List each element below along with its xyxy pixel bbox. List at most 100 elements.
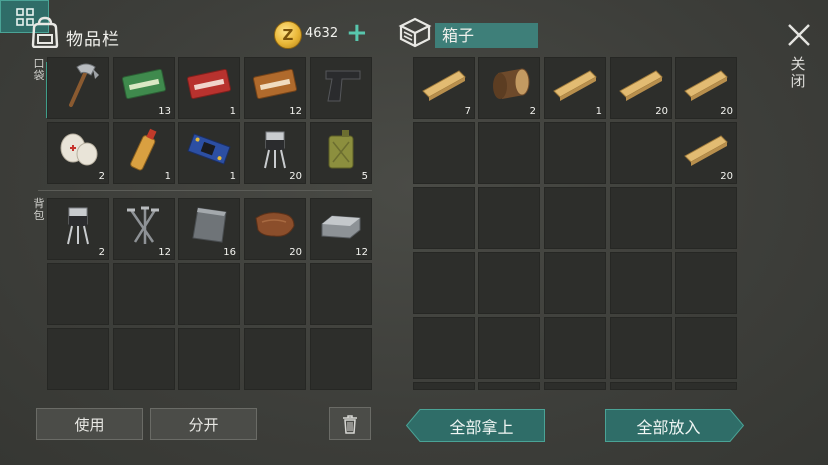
pocket-slot[interactable]: 13: [113, 57, 175, 119]
pocket-slot[interactable]: [47, 57, 109, 119]
backpack-slot[interactable]: [178, 328, 240, 390]
upgrade-coupon-icon: [253, 68, 297, 100]
box-slot[interactable]: [413, 187, 475, 249]
item-count: 12: [355, 247, 368, 258]
log-icon: [493, 68, 530, 99]
coin-icon: Z: [274, 21, 302, 49]
item-count: 12: [289, 106, 302, 117]
backpack-slot[interactable]: 16: [178, 198, 240, 260]
delete-button[interactable]: [329, 407, 371, 440]
box-slot[interactable]: [544, 187, 606, 249]
take-all-button[interactable]: 全部拿上: [406, 409, 545, 442]
box-slot[interactable]: [675, 252, 737, 314]
pocket-slot[interactable]: 20: [244, 122, 306, 184]
box-slot[interactable]: [675, 382, 737, 390]
close-icon[interactable]: [786, 22, 812, 48]
backpack-slot[interactable]: 12: [113, 198, 175, 260]
backpack-slot[interactable]: [47, 263, 109, 325]
wood-plank-icon: [684, 70, 728, 101]
wood-plank-icon: [684, 135, 728, 166]
box-slot[interactable]: [610, 122, 672, 184]
backpack-slot[interactable]: [310, 263, 372, 325]
inventory-title: 物品栏: [66, 30, 120, 50]
coin-count: 4632: [305, 26, 339, 41]
item-count: 1: [229, 106, 236, 117]
box-slot[interactable]: [610, 317, 672, 379]
box-slot[interactable]: [610, 252, 672, 314]
pocket-label: 口袋: [33, 57, 45, 82]
box-slot[interactable]: [610, 187, 672, 249]
box-slot[interactable]: [544, 382, 606, 390]
nails-icon: [127, 206, 159, 244]
trash-icon: [343, 414, 357, 434]
close-label[interactable]: 关闭: [790, 56, 806, 90]
section-divider: [38, 190, 372, 191]
box-slot[interactable]: [413, 252, 475, 314]
box-slot[interactable]: [478, 382, 540, 390]
backpack-slot[interactable]: [113, 263, 175, 325]
split-button[interactable]: 分开: [150, 408, 257, 440]
box-slot[interactable]: 2: [478, 57, 540, 119]
box-slot[interactable]: [675, 317, 737, 379]
box-slot[interactable]: [478, 252, 540, 314]
add-coins-button[interactable]: +: [346, 20, 368, 46]
circuit-board-icon: [187, 133, 231, 165]
pocket-slot[interactable]: 1: [178, 57, 240, 119]
use-button[interactable]: 使用: [36, 408, 143, 440]
item-count: 20: [289, 247, 302, 258]
backpack-slot[interactable]: [310, 328, 372, 390]
pocket-slot[interactable]: 1: [113, 122, 175, 184]
backpack-slot[interactable]: 2: [47, 198, 109, 260]
item-count: 20: [289, 171, 302, 182]
iron-ingot-icon: [321, 215, 361, 239]
put-all-button[interactable]: 全部放入: [605, 409, 744, 442]
wood-plank-icon: [553, 70, 597, 101]
wood-plank-icon: [422, 70, 466, 101]
backpack-icon: [31, 16, 59, 48]
box-slot[interactable]: [610, 382, 672, 390]
backpack-slot[interactable]: [47, 328, 109, 390]
pocket-slot[interactable]: 2: [47, 122, 109, 184]
box-slot[interactable]: 7: [413, 57, 475, 119]
backpack-slot[interactable]: [244, 263, 306, 325]
pistol-icon: [325, 70, 361, 102]
item-count: 20: [720, 106, 733, 117]
box-slot[interactable]: [413, 382, 475, 390]
item-count: 2: [98, 171, 105, 182]
bandage-icon: [60, 133, 98, 166]
item-count: 13: [158, 106, 171, 117]
item-count: 5: [361, 171, 368, 182]
box-slot[interactable]: [544, 252, 606, 314]
item-count: 12: [158, 247, 171, 258]
backpack-slot[interactable]: [244, 328, 306, 390]
combat-gear-coupon-icon: [187, 68, 231, 100]
pocket-slot[interactable]: 1: [178, 122, 240, 184]
box-slot[interactable]: [413, 317, 475, 379]
box-slot[interactable]: 20: [610, 57, 672, 119]
backpack-slot[interactable]: 20: [244, 198, 306, 260]
hatchet-icon: [69, 63, 99, 107]
backpack-slot[interactable]: 12: [310, 198, 372, 260]
put-all-label: 全部放入: [636, 417, 701, 437]
box-slot[interactable]: [544, 317, 606, 379]
box-slot[interactable]: [478, 187, 540, 249]
pocket-slot[interactable]: 5: [310, 122, 372, 184]
item-count: 20: [655, 106, 668, 117]
leather-icon: [255, 212, 295, 237]
item-count: 2: [98, 247, 105, 258]
box-slot[interactable]: [544, 122, 606, 184]
item-count: 20: [720, 171, 733, 182]
jerrycan-icon: [328, 130, 354, 169]
box-slot[interactable]: [478, 317, 540, 379]
box-slot[interactable]: 1: [544, 57, 606, 119]
backpack-slot[interactable]: [178, 263, 240, 325]
box-slot[interactable]: 20: [675, 122, 737, 184]
backpack-slot[interactable]: [113, 328, 175, 390]
pocket-slot[interactable]: 12: [244, 57, 306, 119]
pocket-slot[interactable]: [310, 57, 372, 119]
box-slot[interactable]: [675, 187, 737, 249]
box-slot[interactable]: [413, 122, 475, 184]
item-count: 1: [229, 171, 236, 182]
box-slot[interactable]: 20: [675, 57, 737, 119]
box-slot[interactable]: [478, 122, 540, 184]
